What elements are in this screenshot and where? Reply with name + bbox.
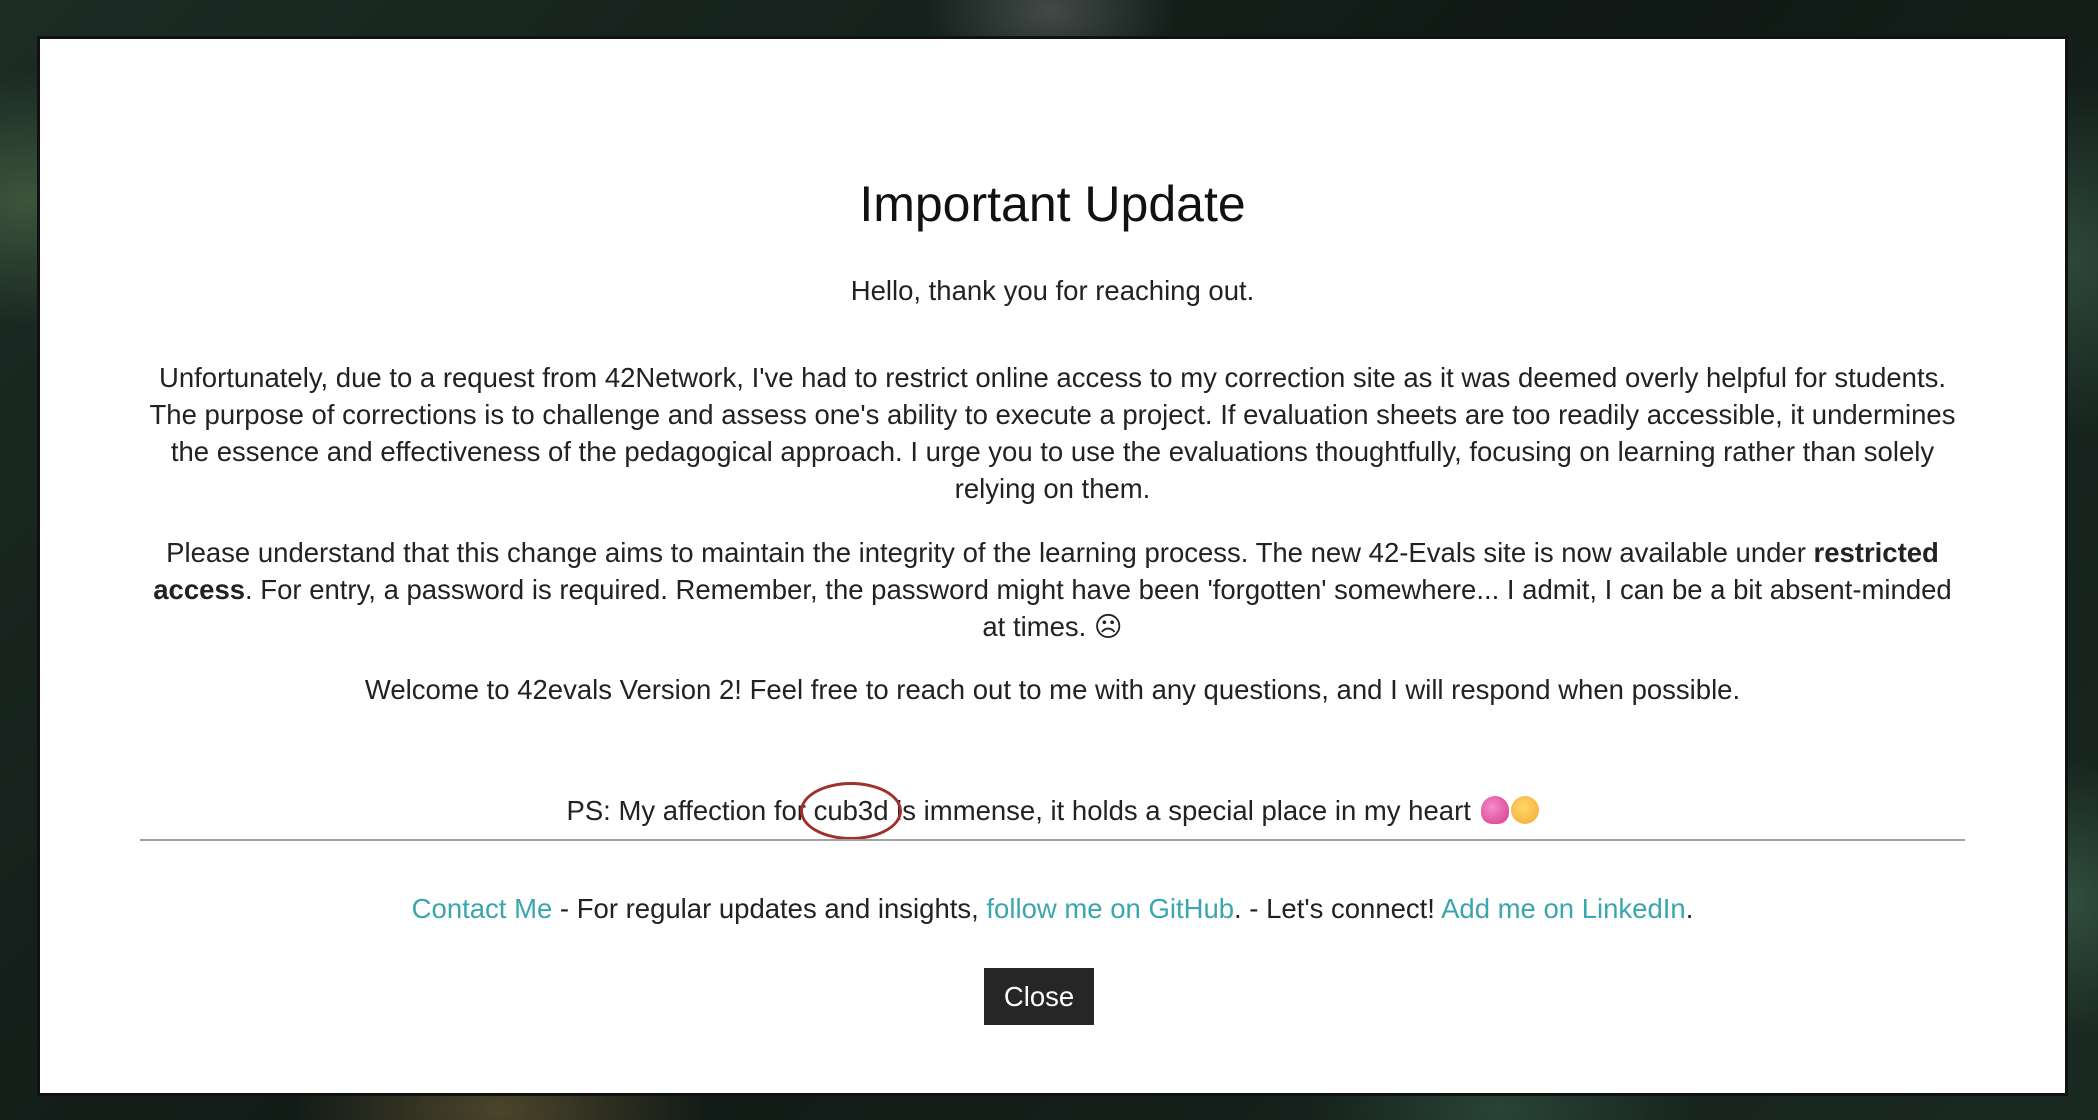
smiling-face-with-hearts-icon (1510, 796, 1539, 824)
access-paragraph: Please understand that this change aims … (140, 534, 1965, 645)
linkedin-link[interactable]: Add me on LinkedIn (1441, 893, 1686, 924)
access-text-before: Please understand that this change aims … (166, 537, 1814, 568)
sparkling-heart-icon (1480, 796, 1509, 824)
footer-text-3: . (1685, 893, 1694, 924)
ps-text-after: is immense, it holds a special place in … (888, 795, 1479, 826)
footer-text-2: . - Let's connect! (1234, 893, 1442, 924)
ps-text-before: PS: My affection for (566, 795, 814, 826)
modal-title: Important Update (859, 176, 1246, 232)
welcome-paragraph: Welcome to 42evals Version 2! Feel free … (364, 674, 1741, 705)
update-modal: Important Update Hello, thank you for re… (37, 36, 2068, 1096)
footer-links: Contact Me - For regular updates and ins… (40, 890, 2065, 927)
github-link[interactable]: follow me on GitHub (986, 893, 1234, 924)
ps-paragraph: PS: My affection for cub3d is immense, i… (140, 782, 1965, 840)
footer-text-1: - For regular updates and insights, (552, 893, 987, 924)
cub3d-highlight: cub3d (799, 782, 902, 840)
contact-me-link[interactable]: Contact Me (412, 893, 553, 924)
access-text-after: . For entry, a password is required. Rem… (245, 574, 1952, 642)
close-button[interactable]: Close (984, 968, 1094, 1025)
greeting-text: Hello, thank you for reaching out. (850, 275, 1255, 306)
restriction-paragraph: Unfortunately, due to a request from 42N… (149, 362, 1956, 504)
divider (140, 839, 1965, 841)
cub3d-text: cub3d (813, 795, 889, 826)
